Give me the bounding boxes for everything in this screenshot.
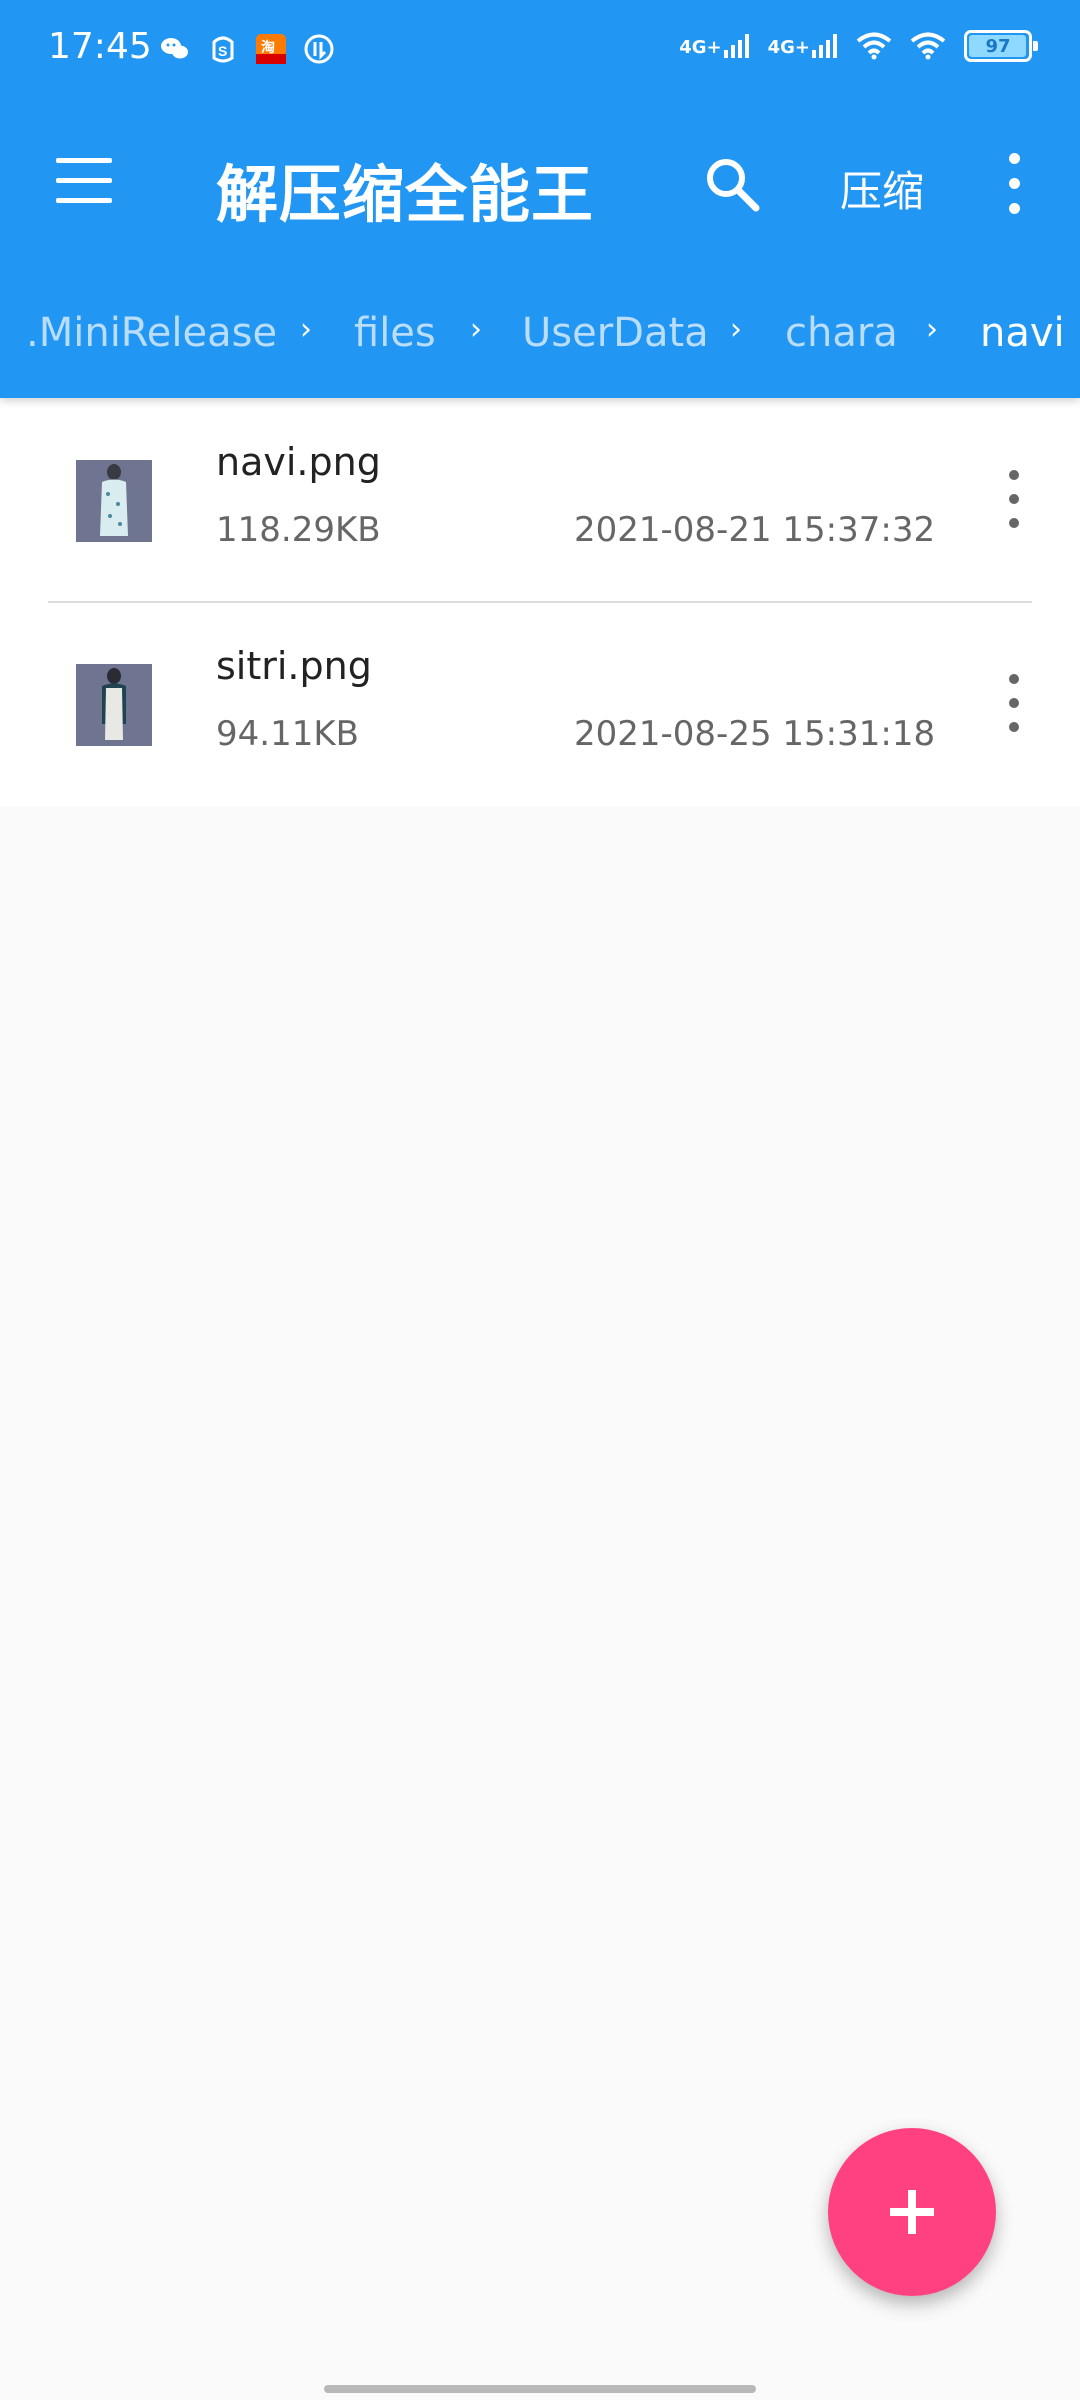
breadcrumb-item-minirelease[interactable]: .MiniRelease (26, 310, 277, 356)
search-button[interactable] (702, 154, 762, 214)
wifi-icon (856, 32, 892, 60)
signal-bars-icon (723, 34, 749, 58)
file-list: navi.png 118.29KB 2021-08-21 15:37:32 si… (0, 398, 1080, 806)
file-date: 2021-08-21 15:37:32 (574, 510, 936, 550)
file-name: navi.png (216, 440, 381, 484)
plus-icon (890, 2190, 934, 2234)
breadcrumb-item-chara[interactable]: chara (785, 310, 898, 356)
file-more-button[interactable] (1004, 468, 1024, 530)
notification-icons: S 淘 (158, 32, 336, 66)
file-row[interactable]: sitri.png 94.11KB 2021-08-25 15:31:18 (0, 602, 1080, 806)
signal-1: 4G+ (679, 34, 749, 58)
battery-icon: 97 (964, 30, 1038, 62)
chevron-right-icon: › (300, 312, 312, 347)
status-bar: 17:45 S 淘 4G+ 4G+ 97 (0, 0, 1080, 100)
breadcrumb-item-files[interactable]: files (354, 310, 436, 356)
app-title: 解压缩全能王 (216, 158, 595, 231)
file-size: 118.29KB (216, 510, 381, 550)
app-bar: 17:45 S 淘 4G+ 4G+ 97 解压缩全能王 压缩 .MiniRele… (0, 0, 1080, 398)
home-indicator[interactable] (324, 2385, 756, 2393)
chevron-right-icon: › (730, 312, 742, 347)
chevron-right-icon: › (470, 312, 482, 347)
status-time: 17:45 (48, 26, 152, 67)
breadcrumb-item-current[interactable]: navi (980, 310, 1065, 356)
file-size: 94.11KB (216, 714, 359, 754)
file-row[interactable]: navi.png 118.29KB 2021-08-21 15:37:32 (0, 398, 1080, 603)
breadcrumb: .MiniRelease › files › UserData › chara … (0, 300, 1080, 372)
image-thumbnail (76, 664, 152, 746)
menu-icon (56, 158, 112, 163)
chevron-right-icon: › (926, 312, 938, 347)
status-indicators: 4G+ 4G+ 97 (679, 30, 1038, 62)
wechat-icon (161, 38, 188, 59)
file-date: 2021-08-25 15:31:18 (574, 714, 936, 754)
taobao-icon: 淘 (256, 34, 286, 64)
signal-bars-icon (812, 34, 837, 58)
signal-2: 4G+ (768, 34, 838, 58)
weibo-icon: S (212, 36, 234, 63)
overflow-menu-button[interactable] (1004, 150, 1024, 216)
more-vert-icon (1009, 153, 1020, 164)
more-vert-icon (1009, 674, 1019, 684)
menu-button[interactable] (56, 158, 112, 206)
battery-level: 97 (985, 35, 1011, 57)
add-fab-button[interactable] (828, 2128, 996, 2296)
app-icon (304, 34, 334, 64)
image-thumbnail (76, 460, 152, 542)
svg-text:S: S (218, 43, 227, 59)
more-vert-icon (1009, 470, 1019, 480)
breadcrumb-item-userdata[interactable]: UserData (522, 310, 709, 356)
search-icon (707, 159, 760, 212)
compress-button[interactable]: 压缩 (840, 158, 924, 219)
file-name: sitri.png (216, 644, 372, 688)
wifi-icon (910, 32, 946, 60)
file-more-button[interactable] (1004, 672, 1024, 734)
svg-text:淘: 淘 (261, 39, 275, 56)
